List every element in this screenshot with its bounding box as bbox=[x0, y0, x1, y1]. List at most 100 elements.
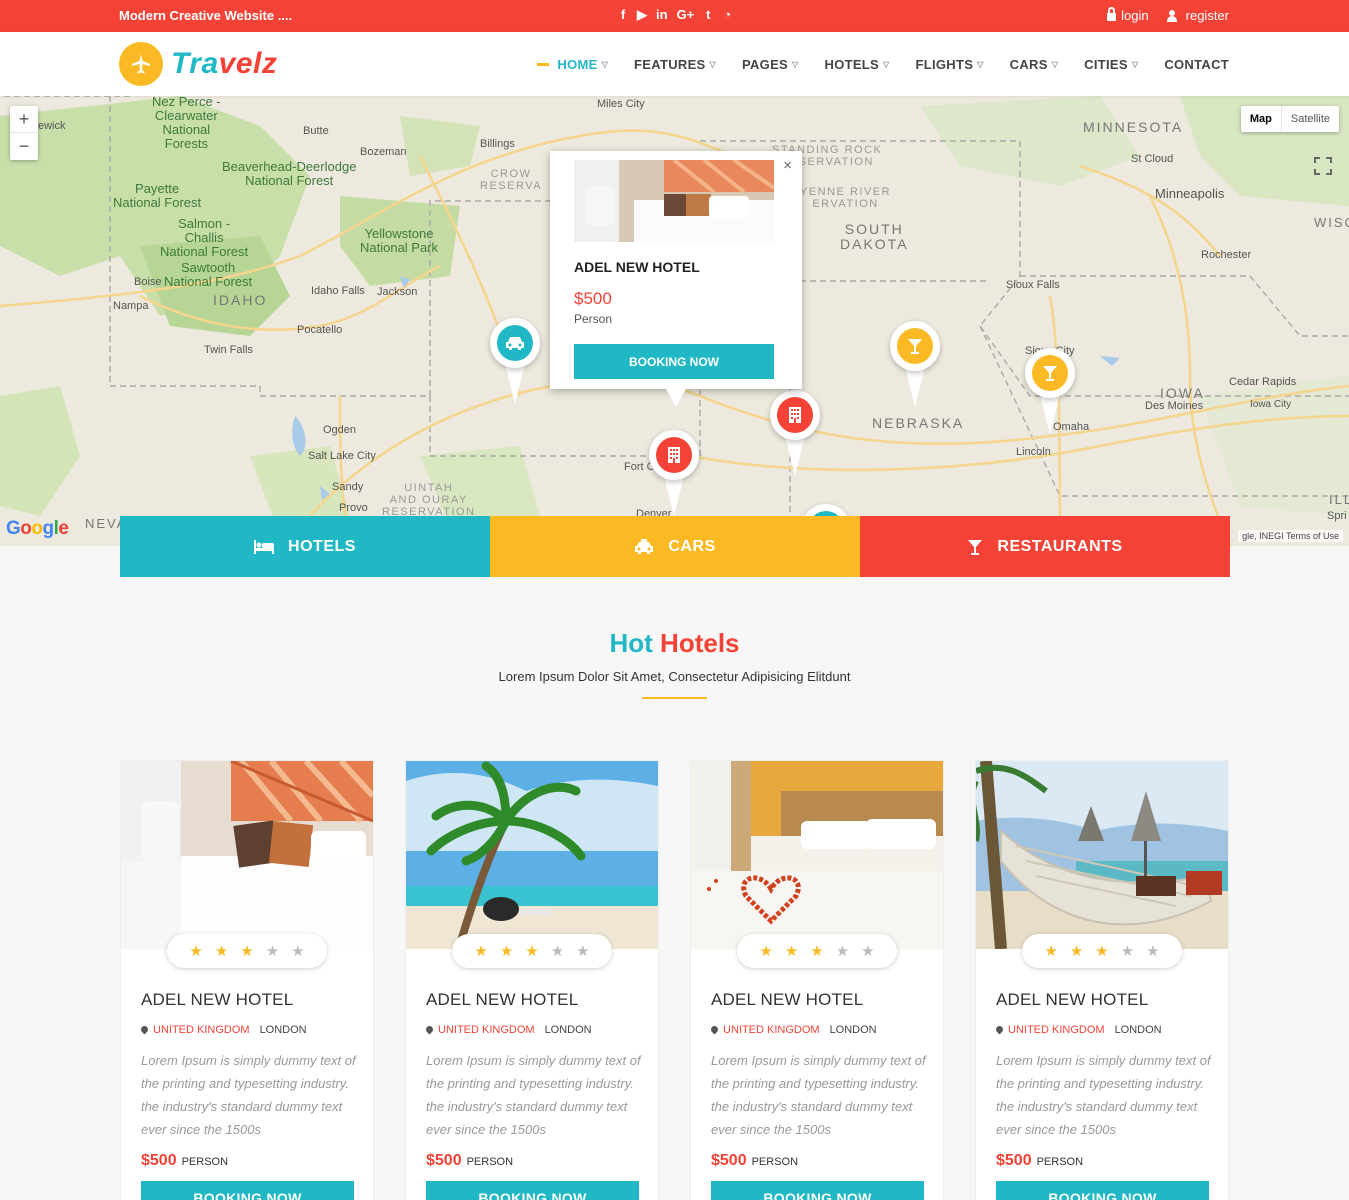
zoom-out-button[interactable]: − bbox=[10, 133, 38, 160]
hotel-price: $500 PERSON bbox=[996, 1152, 1083, 1170]
map-type-map[interactable]: Map bbox=[1241, 106, 1281, 132]
nav-features[interactable]: FEATURES ▽ bbox=[634, 57, 716, 72]
map-info-popup: × ADEL NEW HOTEL $500 Person BOOKING NOW bbox=[550, 151, 802, 407]
hotel-image[interactable] bbox=[976, 761, 1228, 949]
map-label: Nez Perce - Clearwater National Forests bbox=[152, 96, 221, 151]
hotel-location: UNITED KINGDOM LONDON bbox=[711, 1024, 877, 1036]
bed-icon bbox=[254, 539, 275, 554]
nav-label: HOME bbox=[557, 56, 598, 72]
chevron-down-icon: ▽ bbox=[709, 59, 716, 69]
star-icon: ★ bbox=[265, 943, 280, 960]
star-icon: ★ bbox=[474, 943, 488, 960]
popup-price: $500 bbox=[574, 289, 612, 308]
map-label: Nampa bbox=[113, 300, 149, 312]
price-value: $500 bbox=[711, 1152, 747, 1169]
map-label: Jackson bbox=[377, 286, 418, 298]
star-icon: ★ bbox=[1044, 943, 1058, 960]
map-label: Idaho Falls bbox=[311, 285, 365, 297]
booking-button[interactable]: BOOKING NOW bbox=[996, 1181, 1209, 1200]
linkedin-icon[interactable]: in bbox=[656, 7, 668, 23]
rss-icon[interactable]: ◔ bbox=[722, 7, 732, 23]
brand-name: Travelz bbox=[171, 47, 277, 81]
map-terms[interactable]: gle, INEGI Terms of Use bbox=[1238, 530, 1343, 542]
building-icon bbox=[656, 437, 692, 473]
tab-label: RESTAURANTS bbox=[997, 537, 1123, 555]
hotel-location: UNITED KINGDOM LONDON bbox=[426, 1024, 592, 1036]
map-pin-restaurant[interactable] bbox=[1025, 348, 1075, 438]
star-icon: ★ bbox=[861, 943, 875, 960]
map-pin-hotel[interactable] bbox=[770, 390, 820, 480]
star-icon: ★ bbox=[835, 943, 850, 960]
facebook-icon[interactable]: f bbox=[618, 7, 628, 23]
nav-home[interactable]: HOME ▽ bbox=[537, 57, 608, 72]
logo[interactable]: Travelz bbox=[119, 42, 277, 86]
nav-flights[interactable]: FLIGHTS ▽ bbox=[915, 57, 983, 72]
booking-button[interactable]: BOOKING NOW bbox=[711, 1181, 924, 1200]
section-subtitle: Lorem Ipsum Dolor Sit Amet, Consectetur … bbox=[498, 669, 851, 684]
tab-restaurants[interactable]: RESTAURANTS bbox=[860, 516, 1230, 577]
nav-cars[interactable]: CARS ▽ bbox=[1010, 57, 1059, 72]
hotel-name[interactable]: ADEL NEW HOTEL bbox=[996, 990, 1148, 1010]
star-icon: ★ bbox=[576, 943, 590, 960]
map-type-satellite[interactable]: Satellite bbox=[1280, 106, 1339, 132]
youtube-icon[interactable]: ▶ bbox=[637, 7, 647, 23]
map-label: Boise bbox=[134, 276, 162, 288]
building-icon bbox=[777, 397, 813, 433]
star-icon: ★ bbox=[1146, 943, 1160, 960]
hotel-name[interactable]: ADEL NEW HOTEL bbox=[141, 990, 293, 1010]
map-label: Salt Lake City bbox=[308, 450, 376, 462]
popup-booking-button[interactable]: BOOKING NOW bbox=[574, 344, 774, 379]
hotel-image[interactable] bbox=[406, 761, 658, 949]
booking-button[interactable]: BOOKING NOW bbox=[426, 1181, 639, 1200]
map-pin-car[interactable] bbox=[490, 318, 540, 408]
brand-part-1: Tra bbox=[171, 47, 219, 80]
star-rating: ★ ★ ★ ★ ★ bbox=[1022, 934, 1182, 968]
map-label: Miles City bbox=[597, 98, 645, 110]
popup-hotel-name: ADEL NEW HOTEL bbox=[574, 259, 700, 275]
map-view[interactable]: Nez Perce - Clearwater National Forests … bbox=[0, 96, 1349, 546]
hotel-image[interactable] bbox=[691, 761, 943, 949]
airplane-icon bbox=[119, 42, 163, 86]
map-pin-hotel[interactable] bbox=[649, 430, 699, 520]
auth-links: login register bbox=[1107, 7, 1229, 23]
star-icon: ★ bbox=[499, 943, 514, 960]
close-icon[interactable]: × bbox=[783, 157, 792, 174]
star-rating: ★ ★ ★ ★ ★ bbox=[452, 934, 612, 968]
google-plus-icon[interactable]: G+ bbox=[677, 7, 695, 23]
popup-price-unit: Person bbox=[574, 312, 613, 326]
price-value: $500 bbox=[141, 1152, 177, 1169]
nav-label: FLIGHTS bbox=[915, 56, 974, 72]
tab-cars[interactable]: CARS bbox=[490, 516, 860, 577]
hotel-card: ★ ★ ★ ★ ★ ADEL NEW HOTEL UNITED KINGDOM LONDO… bbox=[690, 760, 944, 1200]
twitter-icon[interactable]: t bbox=[703, 7, 713, 23]
nav-hotels[interactable]: HOTELS ▽ bbox=[825, 57, 890, 72]
nav-pages[interactable]: PAGES ▽ bbox=[742, 57, 799, 72]
hotel-card: ★ ★ ★ ★ ★ ADEL NEW HOTEL UNITED KINGDOM LONDO… bbox=[120, 760, 374, 1200]
map-label: SOUTH DAKOTA bbox=[840, 221, 909, 252]
user-plus-icon bbox=[1166, 9, 1181, 22]
section-divider bbox=[642, 697, 707, 699]
hotel-country: UNITED KINGDOM bbox=[438, 1024, 535, 1036]
register-link[interactable]: register bbox=[1166, 8, 1229, 23]
fullscreen-icon[interactable] bbox=[1314, 157, 1332, 175]
nav-contact[interactable]: CONTACT bbox=[1164, 57, 1229, 72]
nav-cities[interactable]: CITIES ▽ bbox=[1084, 57, 1138, 72]
hotel-image[interactable] bbox=[121, 761, 373, 949]
main-navbar: Travelz HOME ▽ FEATURES ▽ PAGES ▽ HOTELS ▽ F… bbox=[0, 32, 1349, 96]
hotel-name[interactable]: ADEL NEW HOTEL bbox=[426, 990, 578, 1010]
chevron-down-icon: ▽ bbox=[792, 59, 799, 69]
zoom-in-button[interactable]: + bbox=[10, 106, 38, 133]
hotel-city: LONDON bbox=[829, 1024, 877, 1036]
map-label: Rochester bbox=[1201, 249, 1252, 261]
map-marker-icon bbox=[141, 1026, 148, 1035]
booking-button[interactable]: BOOKING NOW bbox=[141, 1181, 354, 1200]
cocktail-icon bbox=[897, 328, 933, 364]
map-label: WISC bbox=[1314, 215, 1349, 230]
map-label: Billings bbox=[480, 138, 515, 150]
login-link[interactable]: login bbox=[1107, 7, 1149, 23]
price-unit: PERSON bbox=[751, 1156, 799, 1168]
map-pin-restaurant[interactable] bbox=[890, 321, 940, 411]
hotel-name[interactable]: ADEL NEW HOTEL bbox=[711, 990, 863, 1010]
tab-hotels[interactable]: HOTELS bbox=[120, 516, 490, 577]
map-label: ewick bbox=[38, 120, 66, 132]
